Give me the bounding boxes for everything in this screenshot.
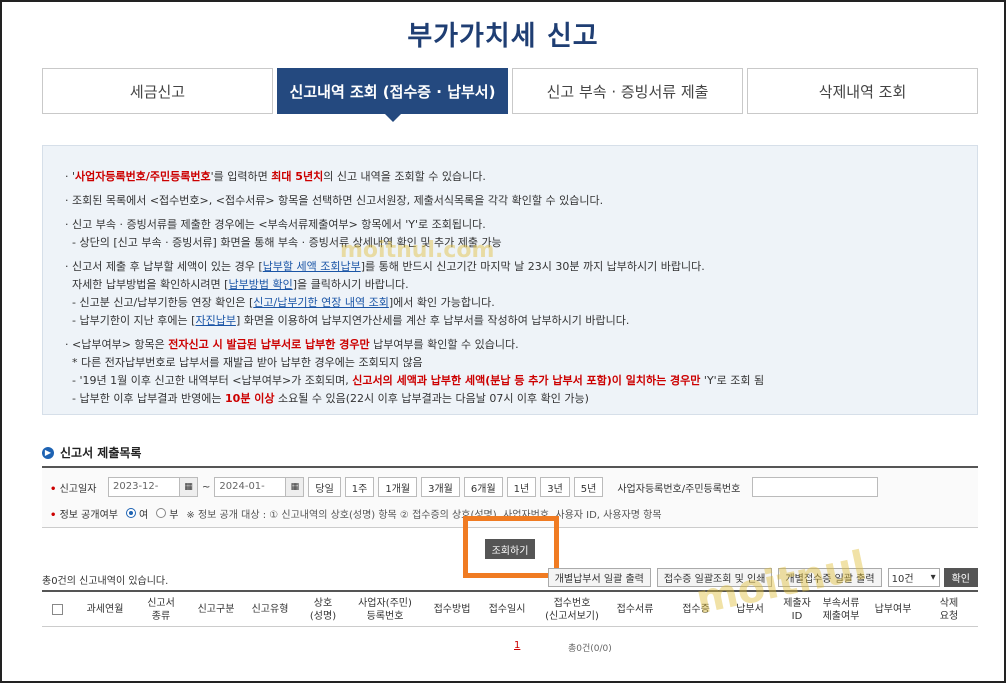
col-reg-number: 사업자(주민) 등록번호 [358, 597, 412, 622]
col-filing-type: 신고유형 [251, 604, 289, 615]
page-title: 부가가치세 신고 [407, 21, 599, 52]
disclose-row: • 정보 공개여부 여 부 ※ 정보 공개 대상 : ① 신고내역의 상호(성명… [50, 505, 662, 521]
notice-line: - '19년 1월 이후 신고한 내역부터 <납부여부>가 조회되며, 신고서의… [65, 374, 765, 387]
tab-tax-filing[interactable]: 세금신고 [42, 68, 273, 114]
col-tax-period: 과세연월 [86, 604, 124, 615]
notice-line: · '사업자등록번호/주민등록번호'를 입력하면 최대 5년치의 신고 내역을 … [65, 170, 486, 183]
radio-checked-icon[interactable] [126, 508, 136, 518]
period-1week-button[interactable]: 1주 [344, 477, 375, 497]
link-extension-history[interactable]: 신고/납부기한 연장 내역 조회 [253, 296, 389, 309]
calendar-icon[interactable]: ▦ [180, 477, 198, 497]
notice-line: · <납부여부> 항목은 전자신고 시 발급된 납부서로 납부한 경우만 납부여… [65, 338, 519, 351]
bullet-icon: ▶ [42, 446, 54, 459]
date-separator: ~ [202, 481, 211, 493]
col-form-type: 신고서 종류 [147, 597, 175, 622]
period-3year-button[interactable]: 3년 [540, 477, 570, 497]
notice-line: - 신고분 신고/납부기한등 연장 확인은 [신고/납부기한 연장 내역 조회]… [65, 296, 495, 309]
tab-filing-history[interactable]: 신고내역 조회 (접수증 · 납부서) [277, 68, 508, 122]
period-today-button[interactable]: 당일 [308, 477, 341, 497]
notice-line: - 상단의 [신고 부속 · 증빙서류] 화면을 통해 부속 · 증빙서류 상세… [65, 236, 502, 249]
notice-line: 자세한 납부방법을 확인하시려면 [납부방법 확인]을 클릭하시기 바랍니다. [65, 278, 409, 291]
notice-line: * 다른 전자납부번호로 납부서를 재발급 받아 납부한 경우에는 조회되지 않… [65, 356, 423, 369]
date-from-input[interactable]: 2023-12- [108, 477, 180, 497]
tab-supporting-docs[interactable]: 신고 부속 · 증빙서류 제출 [512, 68, 743, 114]
bulk-print-button[interactable]: 개별납부서 일괄 출력 [547, 568, 651, 587]
col-receipt-docs: 접수서류 [616, 604, 654, 615]
result-toolbar: 개별납부서 일괄 출력 접수증 일괄조회 및 인쇄 개별접수증 일괄 출력 10… [542, 568, 978, 587]
date-row: • 신고일자 2023-12- ▦ ~ 2024-01- ▦ 당일 1주 1개월… [50, 477, 879, 497]
disclose-note: ※ 정보 공개 대상 : ① 신고내역의 상호(성명) 항목 ② 접수증의 상호… [186, 509, 662, 521]
receipt-print-button[interactable]: 접수증 일괄조회 및 인쇄 [656, 568, 773, 587]
notice-line: - 납부기한이 지난 후에는 [자진납부] 화면을 이용하여 납부지연가산세를 … [65, 314, 630, 327]
col-delete-request: 삭제 요청 [939, 597, 959, 622]
date-label: • 신고일자 [50, 483, 97, 495]
col-submitter-id: 제출자 ID [783, 597, 811, 622]
period-3month-button[interactable]: 3개월 [421, 477, 460, 497]
col-filing-class: 신고구분 [197, 604, 235, 615]
disclose-label: • 정보 공개여부 [50, 509, 118, 521]
select-all-cell [42, 592, 72, 627]
notice-box: · '사업자등록번호/주민등록번호'를 입력하면 최대 5년치의 신고 내역을 … [42, 145, 978, 415]
notice-line: · 신고서 제출 후 납부할 세액이 있는 경우 [납부할 세액 조회납부]를 … [65, 260, 705, 273]
section-title: 신고서 제출목록 [60, 446, 142, 460]
col-attach-submitted: 부속서류 제출여부 [822, 597, 860, 622]
col-receipt-number: 접수번호 (신고서보기) [545, 597, 599, 622]
col-payment-slip: 납부서 [736, 604, 764, 615]
notice-line: · 조회된 목록에서 <접수번호>, <접수서류> 항목을 선택하면 신고서원장… [65, 194, 604, 207]
period-6month-button[interactable]: 6개월 [463, 477, 503, 497]
tab-deleted-history[interactable]: 삭제내역 조회 [747, 68, 978, 114]
period-1month-button[interactable]: 1개월 [378, 477, 418, 497]
col-company-name: 상호 (성명) [309, 597, 337, 622]
chevron-down-icon: ▾ [930, 572, 936, 583]
radio-no[interactable]: 부 [156, 506, 178, 521]
tab-bar: 세금신고 신고내역 조회 (접수증 · 납부서) 신고 부속 · 증빙서류 제출… [42, 68, 978, 122]
table-header: 과세연월 신고서 종류 신고구분 신고유형 상호 (성명) 사업자(주민) 등록… [42, 590, 978, 627]
result-count: 총0건의 신고내역이 있습니다. [42, 576, 169, 587]
biz-number-label: 사업자등록번호/주민등록번호 [617, 483, 741, 495]
col-receipt: 접수증 [682, 604, 710, 615]
query-button[interactable]: 조회하기 [485, 539, 535, 559]
col-receipt-method: 접수방법 [433, 604, 471, 615]
link-self-payment[interactable]: 자진납부 [195, 314, 235, 327]
page-size-select[interactable]: 10건 ▾ [887, 568, 940, 587]
link-payment-method[interactable]: 납부방법 확인 [228, 278, 292, 291]
notice-line: · 신고 부속 · 증빙서류를 제출한 경우에는 <부속서류제출여부> 항목에서… [65, 218, 486, 231]
page-number[interactable]: 1 [514, 640, 520, 651]
radio-unchecked-icon[interactable] [156, 508, 167, 518]
date-to-input[interactable]: 2024-01- [214, 477, 287, 497]
period-1year-button[interactable]: 1년 [506, 477, 537, 497]
link-tax-payment[interactable]: 납부할 세액 조회납부 [263, 260, 361, 273]
individual-receipt-button[interactable]: 개별접수증 일괄 출력 [778, 568, 882, 587]
calendar-icon[interactable]: ▦ [286, 477, 305, 497]
page-count: 총0건(0/0) [568, 644, 612, 654]
col-receipt-time: 접수일시 [488, 604, 526, 615]
biz-number-input[interactable] [752, 477, 879, 497]
radio-yes[interactable]: 여 [126, 506, 148, 521]
period-5year-button[interactable]: 5년 [573, 477, 604, 497]
notice-line: - 납부한 이후 납부결과 반영에는 10분 이상 소요될 수 있음(22시 이… [65, 392, 589, 405]
col-paid: 납부여부 [874, 604, 912, 615]
confirm-button[interactable]: 확인 [943, 568, 978, 587]
select-all-checkbox[interactable] [51, 604, 63, 615]
section-header: ▶ 신고서 제출목록 [42, 444, 141, 461]
